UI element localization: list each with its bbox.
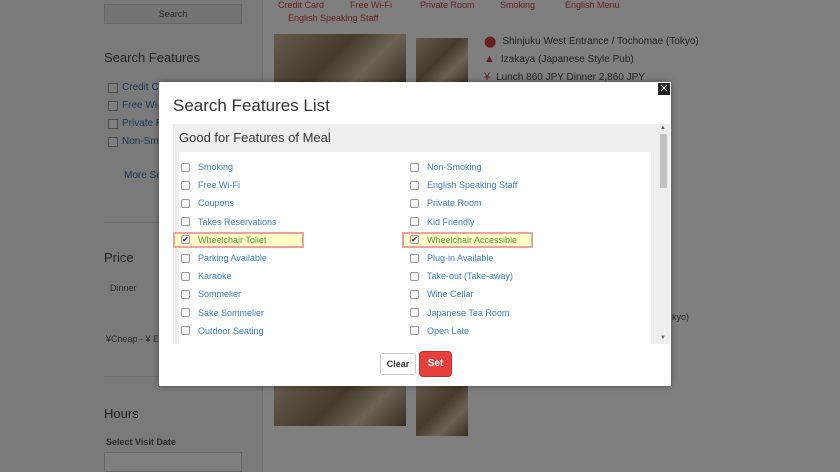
checkbox[interactable] bbox=[181, 326, 190, 336]
feature-option-label: Wine Cellar bbox=[427, 289, 474, 300]
checkbox[interactable] bbox=[410, 289, 419, 299]
feature-option-label: Kid Friendly bbox=[427, 216, 475, 227]
feature-option[interactable]: Outdoor Seating bbox=[181, 323, 264, 339]
feature-option-label: Take-out (Take-away) bbox=[427, 271, 514, 282]
feature-option-label: Plug-in Available bbox=[427, 253, 494, 263]
features-scroll-area[interactable]: Good for Features of Meal Smoking Free Wi… bbox=[173, 124, 670, 344]
modal-title: Search Features List bbox=[173, 96, 330, 115]
set-button[interactable]: Set bbox=[419, 351, 452, 377]
feature-option-label: Coupons bbox=[198, 198, 235, 209]
scroll-up-arrow-icon[interactable]: ▲ bbox=[660, 125, 666, 131]
checkbox[interactable] bbox=[181, 271, 190, 281]
feature-option-label: Wheelchair Accessible bbox=[427, 234, 518, 245]
checkbox[interactable] bbox=[410, 180, 419, 190]
feature-option[interactable]: Parking Available bbox=[181, 250, 267, 266]
checkbox[interactable] bbox=[410, 326, 419, 336]
section-title: Good for Features of Meal bbox=[179, 130, 331, 145]
feature-option[interactable]: Free Wi-Fi bbox=[181, 177, 240, 193]
scroll-down-arrow-icon[interactable]: ▼ bbox=[660, 335, 666, 341]
feature-option[interactable]: Takes Reservations bbox=[181, 214, 277, 230]
checkbox[interactable] bbox=[410, 217, 419, 227]
feature-option-label: Smoking bbox=[198, 162, 234, 172]
feature-option-label: Sake Sommelier bbox=[198, 307, 265, 318]
feature-option-label: Sommelier bbox=[198, 289, 242, 300]
checkbox[interactable] bbox=[181, 289, 190, 299]
feature-option[interactable]: Japanese Tea Room bbox=[410, 305, 509, 321]
feature-option[interactable]: Sake Sommelier bbox=[181, 305, 264, 321]
feature-option[interactable]: Non-Smoking bbox=[410, 159, 482, 175]
checkbox[interactable] bbox=[410, 253, 419, 263]
feature-option[interactable]: Karaoke bbox=[181, 268, 232, 284]
checkbox[interactable] bbox=[410, 198, 419, 208]
checkbox-checked[interactable]: ✔ bbox=[410, 235, 419, 245]
feature-option[interactable]: Sommelier bbox=[181, 286, 241, 302]
feature-option-label: Outdoor Seating bbox=[198, 325, 264, 336]
feature-option[interactable]: ✔ Wheelchair Accessible bbox=[402, 231, 533, 248]
feature-option-label: Wheelchair Toliet bbox=[198, 234, 267, 245]
checkbox[interactable] bbox=[410, 308, 419, 318]
feature-option[interactable]: ✔ Wheelchair Toliet bbox=[173, 231, 304, 248]
checkbox-checked[interactable]: ✔ bbox=[181, 235, 190, 245]
feature-option[interactable]: Coupons bbox=[181, 195, 234, 211]
feature-option[interactable]: English Speaking Staff bbox=[410, 177, 517, 193]
feature-option-label: Private Room bbox=[427, 198, 482, 209]
feature-option-label: English Speaking Staff bbox=[427, 180, 518, 191]
checkbox[interactable] bbox=[410, 162, 419, 172]
scrollbar[interactable]: ▲ ▼ bbox=[658, 124, 670, 344]
feature-option[interactable]: Wine Cellar bbox=[410, 286, 474, 302]
checkbox[interactable] bbox=[181, 180, 190, 190]
checkbox[interactable] bbox=[181, 217, 190, 227]
feature-option-label: Takes Reservations bbox=[198, 216, 277, 227]
clear-button[interactable]: Clear bbox=[380, 353, 416, 375]
close-icon[interactable]: ✕ bbox=[657, 82, 671, 96]
feature-option[interactable]: Open Late bbox=[410, 323, 469, 339]
feature-option-label: Open Late bbox=[427, 325, 470, 336]
checkbox[interactable] bbox=[181, 308, 190, 318]
feature-option[interactable]: Private Room bbox=[410, 195, 482, 211]
checkbox[interactable] bbox=[181, 253, 190, 263]
feature-option[interactable]: Kid Friendly bbox=[410, 214, 475, 230]
feature-option-label: Parking Available bbox=[198, 253, 267, 263]
features-list: Smoking Free Wi-Fi Coupons Takes Reservatio… bbox=[173, 152, 651, 344]
checkbox[interactable] bbox=[410, 271, 419, 281]
checkbox[interactable] bbox=[181, 198, 190, 208]
checkbox[interactable] bbox=[181, 162, 190, 172]
feature-option[interactable]: Plug-in Available bbox=[410, 250, 493, 266]
scrollbar-thumb[interactable] bbox=[660, 134, 667, 188]
feature-option-label: Japanese Tea Room bbox=[427, 307, 510, 318]
feature-option-label: Karaoke bbox=[198, 271, 232, 282]
search-features-modal: Search Features List Good for Features o… bbox=[159, 82, 671, 386]
feature-option-label: Free Wi-Fi bbox=[198, 180, 240, 191]
feature-option[interactable]: Take-out (Take-away) bbox=[410, 268, 513, 284]
feature-option[interactable]: Smoking bbox=[181, 159, 233, 175]
feature-option-label: Non-Smoking bbox=[427, 162, 482, 172]
